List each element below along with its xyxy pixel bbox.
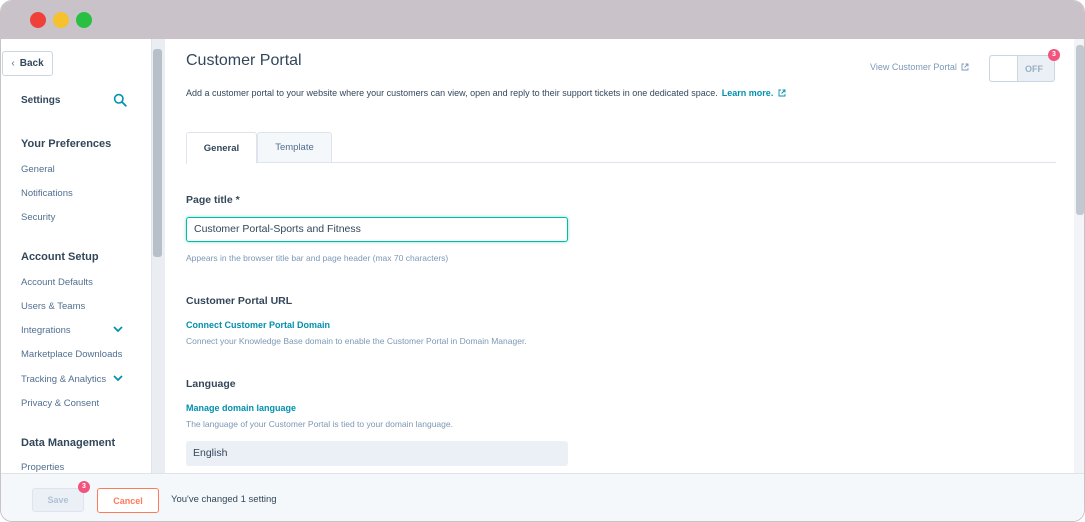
sidebar-item-notifications[interactable]: Notifications: [21, 188, 73, 199]
footer-bar: [1, 473, 1084, 521]
toggle-knob: [990, 56, 1018, 81]
chevron-down-icon[interactable]: [113, 375, 123, 382]
view-customer-portal-link[interactable]: View Customer Portal: [870, 62, 969, 72]
sidebar-scrollbar-thumb[interactable]: [153, 49, 162, 257]
page-title-input[interactable]: Customer Portal-Sports and Fitness: [186, 217, 568, 242]
save-notification-badge: 3: [78, 481, 90, 493]
sidebar-item-properties[interactable]: Properties: [21, 462, 64, 473]
main-scrollbar-thumb[interactable]: [1076, 45, 1084, 215]
sidebar-item-security[interactable]: Security: [21, 212, 55, 223]
portal-toggle[interactable]: OFF: [989, 55, 1055, 82]
sidebar-item-integrations[interactable]: Integrations: [21, 325, 71, 336]
page-title-help: Appears in the browser title bar and pag…: [186, 253, 449, 263]
view-customer-portal-label: View Customer Portal: [870, 62, 957, 72]
page-title-label: Page title *: [186, 194, 240, 206]
page-description-text: Add a customer portal to your website wh…: [186, 88, 718, 98]
sidebar-item-general[interactable]: General: [21, 164, 55, 175]
sidebar-item-account-defaults[interactable]: Account Defaults: [21, 277, 93, 288]
toggle-notification-badge: 3: [1048, 49, 1060, 61]
search-icon[interactable]: [113, 93, 127, 107]
window-titlebar: [1, 1, 1084, 39]
toggle-state-label: OFF: [1025, 64, 1043, 74]
page-description: Add a customer portal to your website wh…: [186, 88, 786, 98]
back-button-label: Back: [19, 58, 44, 69]
section-account-setup: Account Setup: [21, 251, 99, 263]
external-link-icon: [961, 63, 969, 71]
external-link-icon[interactable]: [778, 89, 786, 97]
chevron-down-icon[interactable]: [113, 326, 123, 333]
learn-more-link[interactable]: Learn more.: [722, 88, 774, 98]
sidebar-item-users-teams[interactable]: Users & Teams: [21, 301, 85, 312]
tab-general[interactable]: General: [186, 132, 257, 164]
sidebar-item-tracking-analytics[interactable]: Tracking & Analytics: [21, 374, 106, 385]
language-field: English: [186, 441, 568, 466]
sidebar-item-marketplace-downloads[interactable]: Marketplace Downloads: [21, 349, 122, 360]
minimize-window-button[interactable]: [53, 12, 69, 28]
chevron-left-icon: ‹: [11, 58, 15, 69]
connect-domain-link[interactable]: Connect Customer Portal Domain: [186, 320, 330, 330]
manage-domain-language-link[interactable]: Manage domain language: [186, 403, 296, 413]
save-button[interactable]: Save: [32, 488, 84, 512]
app-window: ‹ Back Settings Your Preferences General…: [0, 0, 1085, 522]
tab-template[interactable]: Template: [257, 132, 332, 163]
connect-domain-help: Connect your Knowledge Base domain to en…: [186, 336, 527, 346]
sidebar-item-privacy-consent[interactable]: Privacy & Consent: [21, 398, 99, 409]
changes-status-text: You've changed 1 setting: [171, 494, 277, 505]
back-button[interactable]: ‹ Back: [2, 51, 53, 76]
section-data-management: Data Management: [21, 437, 116, 449]
language-label: Language: [186, 378, 236, 390]
customer-portal-url-label: Customer Portal URL: [186, 295, 293, 307]
page-title: Customer Portal: [186, 52, 302, 69]
settings-label: Settings: [21, 95, 61, 106]
cancel-button[interactable]: Cancel: [97, 488, 159, 513]
maximize-window-button[interactable]: [76, 12, 92, 28]
close-window-button[interactable]: [30, 12, 46, 28]
language-help: The language of your Customer Portal is …: [186, 419, 453, 429]
section-your-preferences: Your Preferences: [21, 138, 112, 150]
